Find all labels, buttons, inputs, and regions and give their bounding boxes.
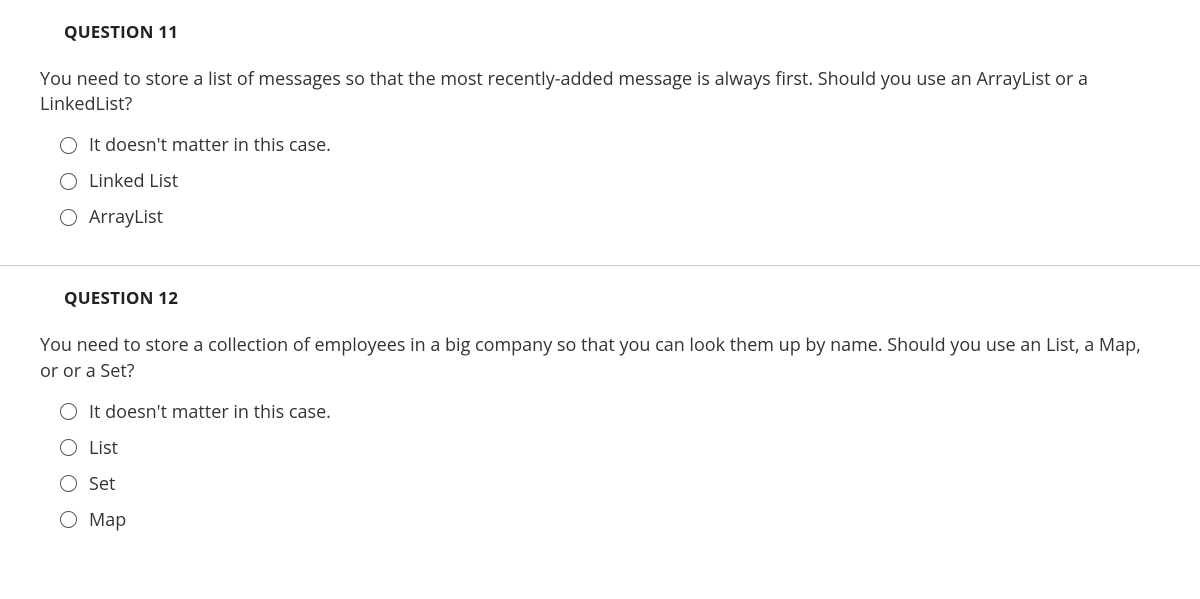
option-label: Map (89, 508, 126, 532)
radio-icon (60, 403, 77, 420)
option-row[interactable]: It doesn't matter in this case. (60, 127, 1160, 163)
question-title: QUESTION 11 (64, 20, 1160, 43)
option-row[interactable]: It doesn't matter in this case. (60, 394, 1160, 430)
option-label: Linked List (89, 169, 178, 193)
option-label: ArrayList (89, 205, 163, 229)
question-title: QUESTION 12 (64, 286, 1160, 309)
radio-icon (60, 137, 77, 154)
option-label: It doesn't matter in this case. (89, 400, 331, 424)
option-label: List (89, 436, 118, 460)
radio-icon (60, 439, 77, 456)
question-text: You need to store a list of messages so … (40, 67, 1160, 117)
options-group: It doesn't matter in this case. List Set… (40, 394, 1160, 538)
option-row[interactable]: Map (60, 502, 1160, 538)
radio-icon (60, 475, 77, 492)
radio-icon (60, 173, 77, 190)
option-label: Set (89, 472, 115, 496)
option-label: It doesn't matter in this case. (89, 133, 331, 157)
radio-icon (60, 209, 77, 226)
question-text: You need to store a collection of employ… (40, 333, 1160, 383)
option-row[interactable]: Linked List (60, 163, 1160, 199)
question-11-block: QUESTION 11 You need to store a list of … (0, 0, 1200, 265)
option-row[interactable]: List (60, 430, 1160, 466)
option-row[interactable]: Set (60, 466, 1160, 502)
question-12-block: QUESTION 12 You need to store a collecti… (0, 266, 1200, 567)
radio-icon (60, 511, 77, 528)
option-row[interactable]: ArrayList (60, 199, 1160, 235)
options-group: It doesn't matter in this case. Linked L… (40, 127, 1160, 235)
